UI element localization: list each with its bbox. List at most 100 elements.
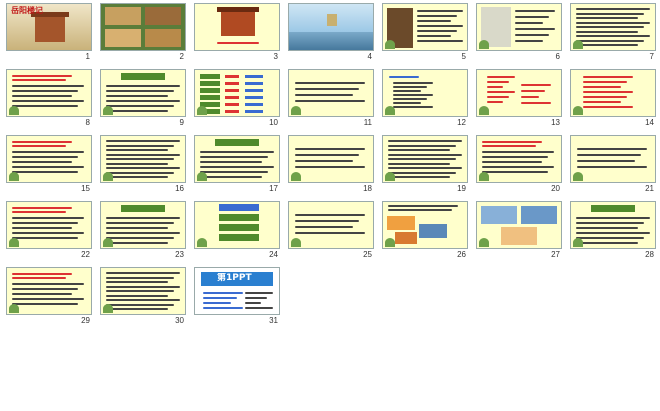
corner-decoration — [479, 238, 489, 247]
slide-preview[interactable] — [570, 3, 656, 51]
slide-preview[interactable] — [194, 69, 280, 117]
vocab-word — [225, 75, 239, 78]
flow-box — [219, 224, 259, 231]
slide-preview[interactable] — [476, 135, 562, 183]
text-line — [576, 17, 638, 19]
slide-preview[interactable] — [100, 267, 186, 315]
slide-thumbnail-14[interactable]: 14 — [570, 69, 656, 127]
slide-thumbnail-13[interactable]: 13 — [476, 69, 562, 127]
text-line — [12, 211, 66, 213]
slide-thumbnail-26[interactable]: 26 — [382, 201, 468, 259]
text-line — [576, 39, 644, 42]
slide-preview[interactable] — [570, 135, 656, 183]
slide-preview[interactable]: 第1PPT — [194, 267, 280, 315]
slide-thumbnail-12[interactable]: 12 — [382, 69, 468, 127]
text-line — [12, 100, 84, 102]
slide-preview[interactable] — [100, 135, 186, 183]
text-line — [203, 302, 231, 304]
slide-preview[interactable] — [100, 3, 186, 51]
slide-preview[interactable] — [194, 135, 280, 183]
slide-thumbnail-6[interactable]: 6 — [476, 3, 562, 61]
slide-number: 3 — [273, 52, 278, 61]
slide-thumbnail-8[interactable]: 8 — [6, 69, 92, 127]
text-line — [417, 25, 463, 27]
slide-preview[interactable] — [382, 69, 468, 117]
text-line — [12, 222, 78, 224]
slide-preview[interactable] — [382, 201, 468, 249]
tower-roof — [217, 7, 259, 12]
slide-thumbnail-16[interactable]: 16 — [100, 135, 186, 193]
slide-number: 22 — [81, 250, 90, 259]
slide-preview[interactable] — [288, 3, 374, 51]
photo — [105, 7, 141, 25]
text-line — [200, 161, 262, 163]
text-line — [106, 171, 174, 174]
slide-thumbnail-24[interactable]: 24 — [194, 201, 280, 259]
slide-preview[interactable] — [6, 69, 92, 117]
slide-thumbnail-31[interactable]: 第1PPT 31 — [194, 267, 280, 325]
slide-thumbnail-3[interactable]: 3 — [194, 3, 280, 61]
slide-preview[interactable] — [476, 201, 562, 249]
text-line — [200, 171, 268, 173]
text-line — [482, 171, 548, 173]
slide-preview[interactable] — [382, 3, 468, 51]
slide-thumbnail-2[interactable]: 2 — [100, 3, 186, 61]
slide-preview[interactable] — [100, 69, 186, 117]
text-line — [106, 303, 174, 306]
slide-number: 26 — [457, 250, 466, 259]
slide-preview[interactable] — [194, 3, 280, 51]
text-line — [106, 110, 168, 112]
slide-thumbnail-25[interactable]: 25 — [288, 201, 374, 259]
slide-preview[interactable] — [476, 69, 562, 117]
slide-thumbnail-1[interactable]: 岳阳楼记 1 — [6, 3, 92, 61]
text-line — [12, 75, 72, 77]
slide-preview[interactable] — [6, 135, 92, 183]
text-line — [388, 171, 456, 174]
slide-preview[interactable] — [194, 201, 280, 249]
vocab-pinyin — [245, 82, 263, 85]
text-line — [577, 148, 647, 150]
text-line — [521, 90, 545, 92]
slide-thumbnail-9[interactable]: 9 — [100, 69, 186, 127]
slide-thumbnail-23[interactable]: 23 — [100, 201, 186, 259]
text-line — [417, 20, 451, 22]
slide-preview[interactable] — [570, 69, 656, 117]
slide-thumbnail-29[interactable]: 29 — [6, 267, 92, 325]
slide-preview[interactable] — [570, 201, 656, 249]
text-line — [388, 153, 462, 156]
slide-preview[interactable] — [6, 267, 92, 315]
slide-preview[interactable] — [288, 135, 374, 183]
slide-thumbnail-27[interactable]: 27 — [476, 201, 562, 259]
slide-thumbnail-10[interactable]: 10 — [194, 69, 280, 127]
slide-thumbnail-7[interactable]: 7 — [570, 3, 656, 61]
slide-thumbnail-19[interactable]: 19 — [382, 135, 468, 193]
slide-thumbnail-17[interactable]: 17 — [194, 135, 280, 193]
text-line — [106, 105, 174, 107]
slide-preview[interactable] — [100, 201, 186, 249]
slide-preview[interactable] — [382, 135, 468, 183]
slide-thumbnail-21[interactable]: 21 — [570, 135, 656, 193]
slide-thumbnail-4[interactable]: 4 — [288, 3, 374, 61]
slide-thumbnail-28[interactable]: 28 — [570, 201, 656, 259]
slide-preview[interactable] — [6, 201, 92, 249]
slide-thumbnail-20[interactable]: 20 — [476, 135, 562, 193]
text-line — [388, 176, 450, 178]
corner-decoration — [103, 304, 113, 313]
text-line — [295, 148, 365, 150]
slide-preview[interactable] — [288, 69, 374, 117]
slide-preview[interactable] — [288, 201, 374, 249]
slide-thumbnail-22[interactable]: 22 — [6, 201, 92, 259]
slide-thumbnail-5[interactable]: 5 — [382, 3, 468, 61]
slide-thumbnail-18[interactable]: 18 — [288, 135, 374, 193]
flow-box — [219, 204, 259, 211]
slide-preview[interactable]: 岳阳楼记 — [6, 3, 92, 51]
slide-thumbnail-15[interactable]: 15 — [6, 135, 92, 193]
text-line — [482, 166, 554, 168]
text-line — [487, 86, 503, 88]
slide-thumbnail-11[interactable]: 11 — [288, 69, 374, 127]
text-line — [388, 162, 450, 165]
text-line — [203, 307, 243, 309]
slide-preview[interactable] — [476, 3, 562, 51]
slide-thumbnail-30[interactable]: 30 — [100, 267, 186, 325]
corner-decoration — [9, 238, 19, 247]
